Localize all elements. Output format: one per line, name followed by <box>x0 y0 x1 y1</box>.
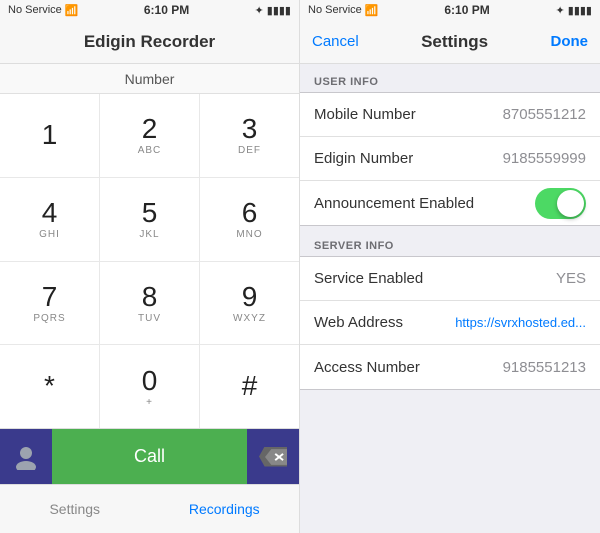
service-enabled-value: YES <box>556 270 586 287</box>
dial-num-5: 5 <box>142 198 158 229</box>
dial-key-0[interactable]: 0 + <box>100 345 199 428</box>
dial-key-2[interactable]: 2 ABC <box>100 94 199 177</box>
dial-letters-3: DEF <box>238 145 261 156</box>
settings-title: Settings <box>421 32 488 52</box>
settings-nav-bar: Cancel Settings Done <box>300 20 600 64</box>
contacts-button[interactable] <box>0 429 52 485</box>
dial-num-0: 0 <box>142 366 158 397</box>
dial-letters-0: + <box>146 397 153 408</box>
dial-key-7[interactable]: 7 PQRS <box>0 262 99 345</box>
access-number-value: 9185551213 <box>503 359 586 376</box>
dialer-panel: No Service 📶 6:10 PM ✦ ▮▮▮▮ Edigin Recor… <box>0 0 300 533</box>
dial-num-3: 3 <box>242 114 258 145</box>
dial-key-8[interactable]: 8 TUV <box>100 262 199 345</box>
announcement-enabled-label: Announcement Enabled <box>314 195 474 212</box>
delete-button[interactable] <box>247 429 299 485</box>
web-address-row: Web Address https://svrxhosted.ed... <box>300 301 600 345</box>
call-bar: Call <box>0 428 299 484</box>
tab-recordings[interactable]: Recordings <box>150 485 300 533</box>
dial-num-1: 1 <box>42 120 58 151</box>
time-right: 6:10 PM <box>444 3 489 17</box>
status-right-group: ✦ ▮▮▮▮ <box>255 4 291 17</box>
dial-key-5[interactable]: 5 JKL <box>100 178 199 261</box>
access-number-row: Access Number 9185551213 <box>300 345 600 389</box>
battery-icon-right: ▮▮▮▮ <box>568 4 592 17</box>
bottom-tabs-left: Settings Recordings <box>0 484 299 533</box>
delete-icon <box>259 447 287 467</box>
dial-key-4[interactable]: 4 GHI <box>0 178 99 261</box>
dial-num-7: 7 <box>42 282 58 313</box>
edigin-number-row: Edigin Number 9185559999 <box>300 137 600 181</box>
time-left: 6:10 PM <box>144 3 189 17</box>
wifi-icon-right: 📶 <box>365 4 379 17</box>
tab-settings-left[interactable]: Settings <box>0 485 150 533</box>
web-address-value: https://svrxhosted.ed... <box>455 315 586 330</box>
battery-icon-left: ▮▮▮▮ <box>267 4 291 17</box>
edigin-number-value: 9185559999 <box>503 150 586 167</box>
settings-content: USER INFO Mobile Number 8705551212 Edigi… <box>300 64 600 533</box>
dial-num-8: 8 <box>142 282 158 313</box>
toggle-knob <box>557 190 584 217</box>
user-info-header: USER INFO <box>300 64 600 92</box>
web-address-label: Web Address <box>314 314 403 331</box>
dial-letters-9: WXYZ <box>233 313 266 324</box>
done-button[interactable]: Done <box>550 33 588 50</box>
dial-num-9: 9 <box>242 282 258 313</box>
dial-letters-2: ABC <box>138 145 162 156</box>
dialpad-grid: 1 2 ABC 3 DEF 4 GHI 5 JKL 6 MNO 7 PQRS 8 <box>0 94 299 428</box>
edigin-number-label: Edigin Number <box>314 150 413 167</box>
status-bar-left: No Service 📶 6:10 PM ✦ ▮▮▮▮ <box>0 0 299 20</box>
announcement-toggle[interactable] <box>535 188 586 219</box>
mobile-number-label: Mobile Number <box>314 106 416 123</box>
status-bar-right: No Service 📶 6:10 PM ✦ ▮▮▮▮ <box>300 0 600 20</box>
dial-letters-8: TUV <box>138 313 161 324</box>
number-label: Number <box>0 64 299 94</box>
status-left-group: No Service 📶 <box>8 4 79 17</box>
app-title-bar: Edigin Recorder <box>0 20 299 64</box>
server-info-group: Service Enabled YES Web Address https://… <box>300 256 600 390</box>
status-right-right-group: ✦ ▮▮▮▮ <box>556 4 592 17</box>
dial-num-2: 2 <box>142 114 158 145</box>
service-enabled-label: Service Enabled <box>314 270 423 287</box>
mobile-number-row: Mobile Number 8705551212 <box>300 93 600 137</box>
dial-key-1[interactable]: 1 <box>0 94 99 177</box>
dial-key-3[interactable]: 3 DEF <box>200 94 299 177</box>
dial-letters-7: PQRS <box>33 313 65 324</box>
call-button[interactable]: Call <box>52 429 247 485</box>
access-number-label: Access Number <box>314 359 420 376</box>
app-title-text: Edigin Recorder <box>84 32 215 52</box>
server-info-header: SERVER INFO <box>300 228 600 256</box>
dial-key-star[interactable]: * <box>0 345 99 428</box>
bluetooth-icon-left: ✦ <box>255 4 264 17</box>
dial-num-hash: # <box>242 371 258 402</box>
dial-num-4: 4 <box>42 198 58 229</box>
dial-key-9[interactable]: 9 WXYZ <box>200 262 299 345</box>
dial-letters-4: GHI <box>39 229 60 240</box>
call-label: Call <box>134 446 165 467</box>
wifi-icon-left: 📶 <box>65 4 79 17</box>
cancel-button[interactable]: Cancel <box>312 33 359 50</box>
contacts-icon <box>13 444 39 470</box>
dial-key-6[interactable]: 6 MNO <box>200 178 299 261</box>
dial-num-star: * <box>44 371 55 402</box>
dial-letters-6: MNO <box>236 229 262 240</box>
settings-panel: No Service 📶 6:10 PM ✦ ▮▮▮▮ Cancel Setti… <box>300 0 600 533</box>
dial-key-hash[interactable]: # <box>200 345 299 428</box>
no-service-label-right: No Service <box>308 4 362 16</box>
status-right-left-group: No Service 📶 <box>308 4 379 17</box>
no-service-label-left: No Service <box>8 4 62 16</box>
announcement-enabled-row: Announcement Enabled <box>300 181 600 225</box>
user-info-group: Mobile Number 8705551212 Edigin Number 9… <box>300 92 600 226</box>
dial-letters-5: JKL <box>139 229 159 240</box>
service-enabled-row: Service Enabled YES <box>300 257 600 301</box>
bluetooth-icon-right: ✦ <box>556 4 565 17</box>
backspace-icon <box>265 447 287 467</box>
mobile-number-value: 8705551212 <box>503 106 586 123</box>
dial-num-6: 6 <box>242 198 258 229</box>
